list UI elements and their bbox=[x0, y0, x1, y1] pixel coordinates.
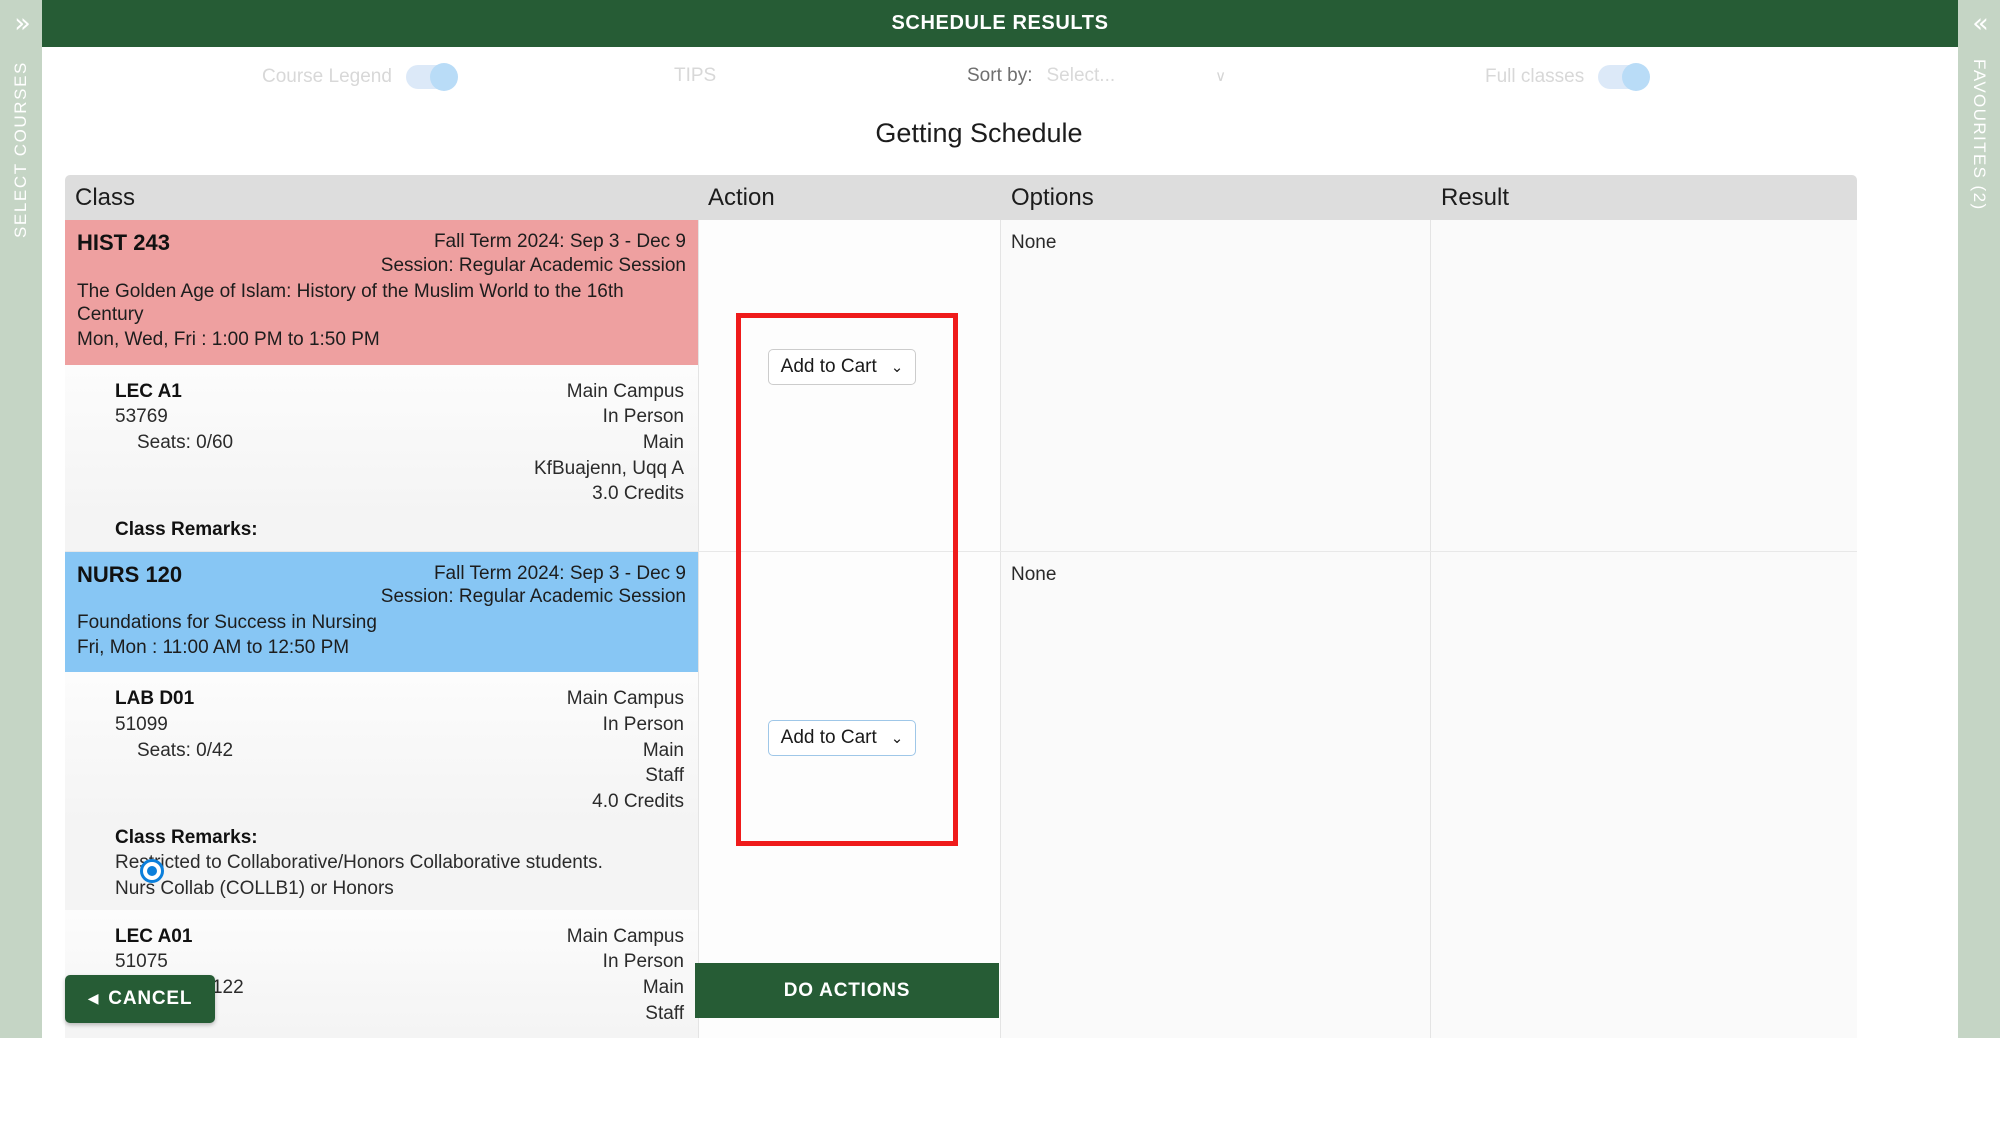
section-class-number: 51099 bbox=[115, 712, 233, 738]
options-cell: None bbox=[1001, 552, 1431, 1076]
do-actions-button[interactable]: DO ACTIONS bbox=[695, 963, 999, 1018]
course-code: NURS 120 bbox=[77, 562, 182, 588]
course-header-nurs-120[interactable]: NURS 120 Fall Term 2024: Sep 3 - Dec 9 S… bbox=[65, 552, 698, 673]
section-location: Main bbox=[567, 738, 684, 764]
table-header-row: Class Action Options Result bbox=[65, 175, 1857, 220]
favourites-rail[interactable]: « FAVOURITES (2) bbox=[1958, 0, 2000, 1038]
course-title: Foundations for Success in Nursing bbox=[77, 611, 677, 635]
section-instructor: KfBuajenn, Uqq A bbox=[534, 456, 684, 482]
chevron-down-icon: ⌄ bbox=[891, 358, 904, 376]
course-session: Session: Regular Academic Session bbox=[381, 254, 686, 278]
class-remarks-block: Class Remarks: Restricted to Collaborati… bbox=[65, 825, 698, 910]
course-legend-label: Course Legend bbox=[262, 66, 392, 88]
collapse-right-panel-icon[interactable]: « bbox=[1972, 10, 1986, 37]
options-value: None bbox=[1011, 564, 1056, 585]
course-title: The Golden Age of Islam: History of the … bbox=[77, 280, 677, 328]
page-title: SCHEDULE RESULTS bbox=[891, 12, 1108, 35]
section-seats: Seats: 0/60 bbox=[115, 430, 233, 456]
favourites-label[interactable]: FAVOURITES (2) bbox=[1969, 59, 1989, 211]
schedule-results-table: Class Action Options Result HIST 243 Fal… bbox=[65, 175, 1857, 1077]
section-row[interactable]: LAB D01 51099 Seats: 0/42 Main Campus In… bbox=[65, 672, 698, 824]
sort-by-select[interactable]: Select... bbox=[1046, 65, 1115, 87]
section-credits: 4.0 Credits bbox=[567, 789, 684, 815]
class-cell: HIST 243 Fall Term 2024: Sep 3 - Dec 9 S… bbox=[65, 220, 698, 551]
section-delivery: In Person bbox=[534, 404, 684, 430]
section-code: LAB D01 bbox=[115, 686, 233, 712]
section-seats: Seats: 0/42 bbox=[115, 738, 233, 764]
tips-label: TIPS bbox=[674, 65, 716, 87]
add-to-cart-select-nurs-120[interactable]: Add to Cart ⌄ bbox=[768, 720, 916, 756]
class-remarks-label: Class Remarks: bbox=[115, 825, 686, 851]
section-location: Main bbox=[534, 430, 684, 456]
chevron-down-icon[interactable]: ∨ bbox=[1215, 67, 1226, 85]
class-remarks-label: Class Remarks: bbox=[115, 517, 686, 543]
toggle-knob bbox=[430, 63, 458, 91]
section-instructor: Staff bbox=[567, 763, 684, 789]
full-classes-label: Full classes bbox=[1485, 66, 1584, 88]
add-to-cart-label: Add to Cart bbox=[781, 356, 877, 378]
column-header-class: Class bbox=[65, 184, 698, 212]
cancel-button[interactable]: ◀ CANCEL bbox=[65, 975, 215, 1023]
section-class-number: 51075 bbox=[115, 949, 244, 975]
course-term: Fall Term 2024: Sep 3 - Dec 9 bbox=[381, 562, 686, 586]
cancel-label: CANCEL bbox=[108, 988, 192, 1010]
add-to-cart-label: Add to Cart bbox=[781, 727, 877, 749]
select-courses-rail[interactable]: » SELECT COURSES bbox=[0, 0, 42, 1038]
result-cell bbox=[1431, 220, 1857, 551]
course-legend-toggle[interactable] bbox=[406, 65, 456, 89]
full-classes-toggle[interactable] bbox=[1598, 65, 1648, 89]
toggle-knob bbox=[1622, 63, 1650, 91]
section-delivery: In Person bbox=[567, 712, 684, 738]
page-footer-area bbox=[0, 1038, 2000, 1125]
action-cell bbox=[698, 220, 1001, 551]
left-arrow-icon: ◀ bbox=[88, 991, 100, 1007]
section-select-radio[interactable] bbox=[140, 859, 164, 883]
section-instructor: Staff bbox=[567, 1001, 684, 1027]
section-code: LEC A1 bbox=[115, 379, 233, 405]
header-bar: SCHEDULE RESULTS bbox=[42, 0, 1958, 47]
app-root: » SELECT COURSES « FAVOURITES (2) SCHEDU… bbox=[0, 0, 2000, 1125]
course-legend-toggle-group[interactable]: Course Legend bbox=[262, 65, 456, 89]
course-meeting-time: Fri, Mon : 11:00 AM to 12:50 PM bbox=[77, 636, 686, 661]
options-cell: None bbox=[1001, 220, 1431, 551]
full-classes-toggle-group[interactable]: Full classes bbox=[1485, 65, 1648, 89]
column-header-action: Action bbox=[698, 184, 1001, 212]
expand-left-panel-icon[interactable]: » bbox=[14, 10, 28, 37]
section-code: LEC A01 bbox=[115, 924, 244, 950]
add-to-cart-select-hist-243[interactable]: Add to Cart ⌄ bbox=[768, 349, 916, 385]
section-delivery: In Person bbox=[567, 949, 684, 975]
course-header-hist-243[interactable]: HIST 243 Fall Term 2024: Sep 3 - Dec 9 S… bbox=[65, 220, 698, 365]
schedule-status-text: Getting Schedule bbox=[42, 118, 1916, 149]
section-class-number: 53769 bbox=[115, 404, 233, 430]
course-meeting-time: Mon, Wed, Fri : 1:00 PM to 1:50 PM bbox=[77, 328, 686, 353]
section-campus: Main Campus bbox=[567, 686, 684, 712]
column-header-options: Options bbox=[1001, 184, 1431, 212]
class-remarks-line: Restricted to Collaborative/Honors Colla… bbox=[115, 850, 686, 876]
chevron-down-icon: ⌄ bbox=[891, 729, 904, 747]
tips-button[interactable]: TIPS bbox=[674, 65, 716, 87]
class-remarks-block: Class Remarks: bbox=[65, 517, 698, 551]
sort-by-label: Sort by: bbox=[967, 65, 1032, 87]
course-code: HIST 243 bbox=[77, 230, 170, 256]
column-header-result: Result bbox=[1431, 184, 1857, 212]
section-campus: Main Campus bbox=[567, 924, 684, 950]
options-value: None bbox=[1011, 232, 1056, 253]
toolbar: Course Legend TIPS Sort by: Select... ∨ … bbox=[42, 47, 1916, 107]
sort-by-group[interactable]: Sort by: Select... ∨ bbox=[967, 65, 1226, 87]
section-location: Main bbox=[567, 975, 684, 1001]
section-campus: Main Campus bbox=[534, 379, 684, 405]
table-row: HIST 243 Fall Term 2024: Sep 3 - Dec 9 S… bbox=[65, 220, 1857, 552]
result-cell bbox=[1431, 552, 1857, 1076]
section-credits: 3.0 Credits bbox=[534, 481, 684, 507]
section-row[interactable]: LEC A1 53769 Seats: 0/60 Main Campus In … bbox=[65, 365, 698, 517]
course-term: Fall Term 2024: Sep 3 - Dec 9 bbox=[381, 230, 686, 254]
class-remarks-line: Nurs Collab (COLLB1) or Honors bbox=[115, 876, 686, 902]
select-courses-label[interactable]: SELECT COURSES bbox=[11, 61, 31, 238]
table-body: HIST 243 Fall Term 2024: Sep 3 - Dec 9 S… bbox=[65, 220, 1857, 1077]
course-session: Session: Regular Academic Session bbox=[381, 585, 686, 609]
